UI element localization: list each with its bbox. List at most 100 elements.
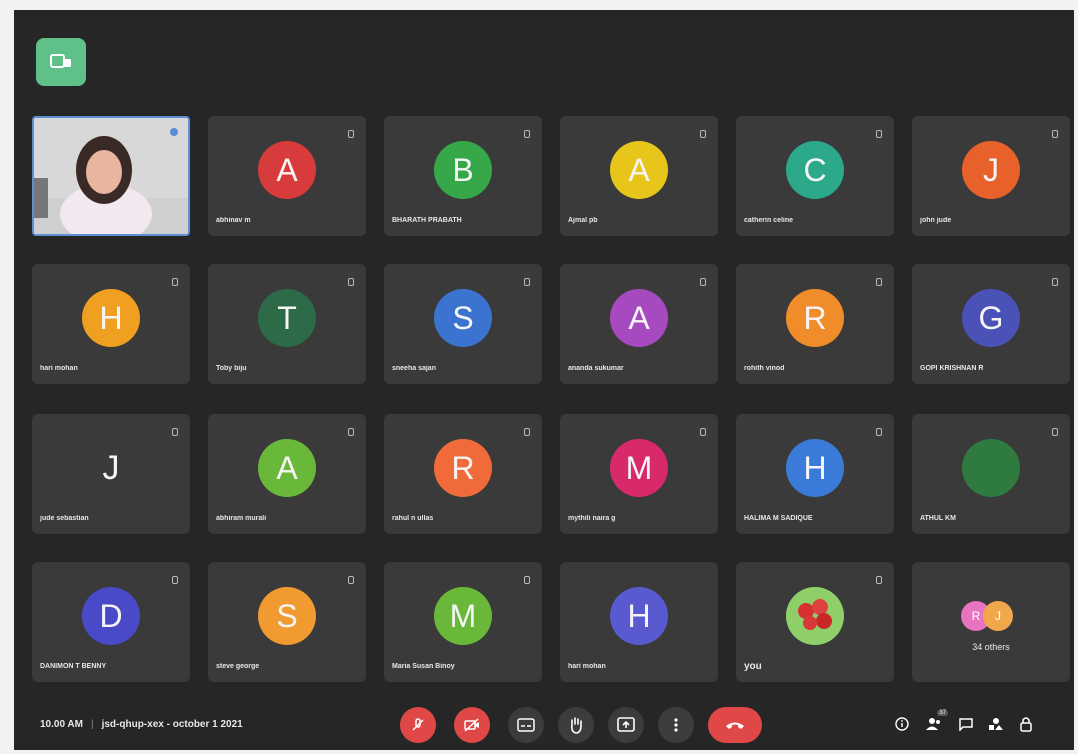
- participant-count-badge: 37: [937, 710, 948, 716]
- participant-name: mythili naira g: [568, 515, 616, 522]
- participant-tile[interactable]: A ananda sukumar: [560, 264, 718, 384]
- mic-icon: [348, 278, 354, 286]
- participant-tile[interactable]: D DANIMON T BENNY: [32, 562, 190, 682]
- participant-tile[interactable]: B BHARATH PRABATH: [384, 116, 542, 236]
- participant-tile[interactable]: S sneeha sajan: [384, 264, 542, 384]
- mic-icon: [700, 278, 706, 286]
- activities-button[interactable]: [986, 714, 1006, 734]
- avatar: A: [258, 141, 316, 199]
- participant-tile[interactable]: S steve george: [208, 562, 366, 682]
- participant-name: steve george: [216, 663, 260, 670]
- chat-button[interactable]: [956, 714, 976, 734]
- end-call-button[interactable]: [708, 707, 762, 743]
- participant-tile[interactable]: J john jude: [912, 116, 1070, 236]
- meeting-code: jsd-qhup-xex - october 1 2021: [101, 718, 243, 730]
- separator: |: [90, 718, 94, 730]
- avatar: J: [983, 601, 1013, 631]
- avatar: D: [82, 587, 140, 645]
- speaking-indicator: [170, 128, 178, 136]
- participant-tile[interactable]: G GOPI KRISHNAN R: [912, 264, 1070, 384]
- participant-tile[interactable]: A abhinav m: [208, 116, 366, 236]
- self-avatar-tile[interactable]: you: [736, 562, 894, 682]
- mic-icon: [1052, 278, 1058, 286]
- participant-name: hari mohan: [40, 365, 78, 372]
- people-button[interactable]: 37: [924, 710, 948, 734]
- participant-tile[interactable]: H hari mohan: [32, 264, 190, 384]
- more-options-icon: [674, 718, 678, 732]
- meeting-info: 10.00 AM | jsd-qhup-xex - october 1 2021: [40, 698, 243, 750]
- meeting-time: 10.00 AM: [40, 718, 83, 730]
- bottom-bar: 10.00 AM | jsd-qhup-xex - october 1 2021: [14, 698, 1074, 750]
- mic-icon: [524, 130, 530, 138]
- present-button[interactable]: [608, 707, 644, 743]
- self-name: you: [744, 661, 762, 672]
- host-controls-button[interactable]: [1016, 714, 1036, 734]
- participant-tile[interactable]: R rohith vinod: [736, 264, 894, 384]
- participant-tile[interactable]: T Toby biju: [208, 264, 366, 384]
- participant-tile[interactable]: M mythili naira g: [560, 414, 718, 534]
- mic-icon: [348, 428, 354, 436]
- participant-tile[interactable]: A abhiram murali: [208, 414, 366, 534]
- avatar: [786, 587, 844, 645]
- participant-tile[interactable]: R rahul n ullas: [384, 414, 542, 534]
- participant-tile[interactable]: H HALIMA M SADIQUE: [736, 414, 894, 534]
- camera-off-icon: [464, 718, 479, 732]
- avatar: B: [434, 141, 492, 199]
- participant-name: abhinav m: [216, 217, 251, 224]
- participant-name: ananda sukumar: [568, 365, 624, 372]
- mic-icon: [1052, 428, 1058, 436]
- avatar: J: [102, 448, 120, 487]
- layout-badge[interactable]: [36, 38, 86, 86]
- mic-icon: [524, 576, 530, 584]
- participant-name: BHARATH PRABATH: [392, 217, 462, 224]
- avatar: C: [786, 141, 844, 199]
- chat-icon: [959, 718, 973, 731]
- participant-name: abhiram murali: [216, 515, 267, 522]
- participant-tile[interactable]: C catherin celine: [736, 116, 894, 236]
- participant-name: rahul n ullas: [392, 515, 434, 522]
- participant-name: GOPI KRISHNAN R: [920, 365, 984, 372]
- captions-button[interactable]: [508, 707, 544, 743]
- mic-icon: [876, 130, 882, 138]
- participant-tile[interactable]: ATHUL KM: [912, 414, 1070, 534]
- meeting-info-button[interactable]: [892, 714, 912, 734]
- mic-icon: [876, 278, 882, 286]
- mic-icon: [172, 428, 178, 436]
- others-tile[interactable]: R J 34 others: [912, 562, 1070, 682]
- mic-toggle-button[interactable]: [400, 707, 436, 743]
- more-options-button[interactable]: [658, 707, 694, 743]
- participant-name: ATHUL KM: [920, 515, 956, 522]
- participant-name: DANIMON T BENNY: [40, 663, 107, 670]
- raise-hand-button[interactable]: [558, 707, 594, 743]
- participant-name: catherin celine: [744, 217, 794, 224]
- camera-toggle-button[interactable]: [454, 707, 490, 743]
- avatar: M: [610, 439, 668, 497]
- raise-hand-icon: [571, 717, 582, 734]
- participant-tile[interactable]: J jude sebastian: [32, 414, 190, 534]
- participant-name: john jude: [920, 217, 952, 224]
- avatar: H: [82, 289, 140, 347]
- flower-avatar-icon: [786, 587, 844, 645]
- avatar: R: [786, 289, 844, 347]
- mic-icon: [700, 428, 706, 436]
- avatar: G: [962, 289, 1020, 347]
- avatar: S: [258, 587, 316, 645]
- participant-tile[interactable]: A Ajmal pb: [560, 116, 718, 236]
- avatar: M: [434, 587, 492, 645]
- info-icon: [895, 717, 909, 731]
- mic-icon: [700, 130, 706, 138]
- captions-icon: [517, 718, 535, 732]
- mic-icon: [524, 428, 530, 436]
- participant-name: sneeha sajan: [392, 365, 436, 372]
- layout-icon: [50, 54, 71, 68]
- activities-icon: [989, 718, 1003, 730]
- participant-name: jude sebastian: [40, 515, 89, 522]
- avatar: [962, 439, 1020, 497]
- mic-icon: [524, 278, 530, 286]
- self-video-tile[interactable]: [32, 116, 190, 236]
- avatar: A: [610, 141, 668, 199]
- participant-tile[interactable]: H hari mohan: [560, 562, 718, 682]
- people-icon: [926, 718, 940, 730]
- avatar: J: [962, 141, 1020, 199]
- participant-tile[interactable]: M Maria Susan Binoy: [384, 562, 542, 682]
